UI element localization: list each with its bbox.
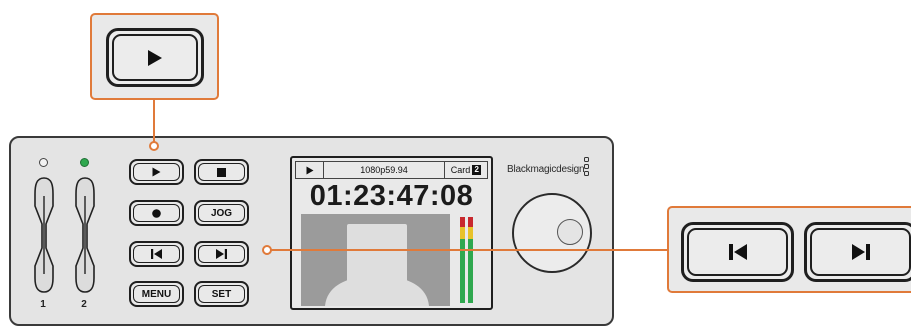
callout-leader-lines	[149, 100, 667, 255]
